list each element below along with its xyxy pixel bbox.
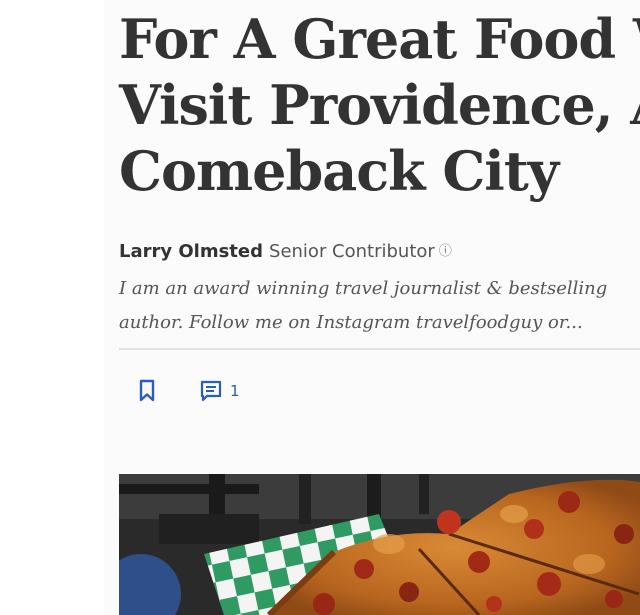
pizza-photo bbox=[119, 474, 640, 615]
headline-line: Comeback City bbox=[119, 139, 559, 203]
info-icon[interactable]: ⓘ bbox=[439, 240, 452, 259]
article-container: For A Great Food W Visit Providence, Ar … bbox=[104, 0, 640, 615]
bio-line: I am an award winning travel journalist … bbox=[119, 278, 608, 299]
headline-line: Visit Providence, Ar bbox=[119, 73, 640, 137]
comments-button[interactable]: 1 bbox=[200, 378, 240, 404]
byline: Larry Olmsted Senior Contributor ⓘ bbox=[119, 240, 452, 262]
headline-line: For A Great Food W bbox=[119, 7, 640, 71]
comment-icon bbox=[200, 380, 222, 402]
comment-count: 1 bbox=[230, 382, 240, 400]
divider bbox=[119, 348, 640, 350]
bookmark-icon bbox=[139, 379, 155, 402]
bio-line: author. Follow me on Instagram travelfoo… bbox=[119, 312, 583, 333]
author-bio: I am an award winning travel journalist … bbox=[119, 272, 640, 340]
author-role: Senior Contributor bbox=[269, 241, 435, 262]
bookmark-button[interactable] bbox=[134, 378, 160, 404]
article-headline: For A Great Food W Visit Providence, Ar … bbox=[119, 6, 640, 204]
hero-image bbox=[119, 474, 640, 615]
author-name-link[interactable]: Larry Olmsted bbox=[119, 241, 263, 262]
left-gutter bbox=[0, 0, 104, 615]
